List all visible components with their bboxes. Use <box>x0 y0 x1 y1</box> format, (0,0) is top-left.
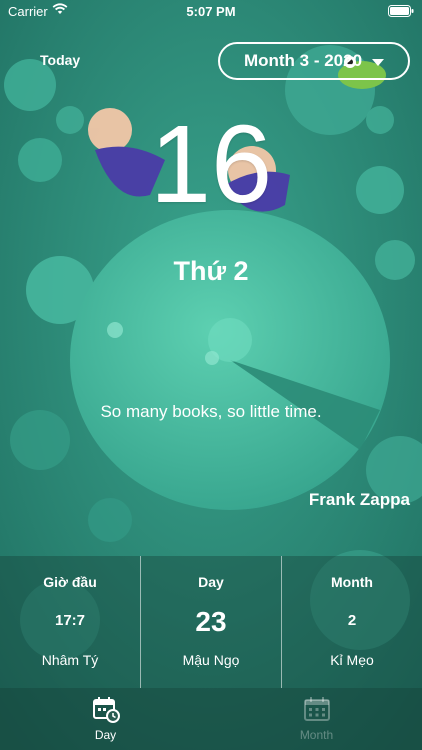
lunar-day-value: 23 <box>195 606 227 637</box>
day-lunar-name: Mậu Ngọ <box>182 652 240 668</box>
month-lunar-name: Kỉ Mẹo <box>330 652 374 668</box>
status-bar: Carrier 5:07 PM <box>0 0 422 24</box>
hour-value: 17:7 <box>54 612 86 629</box>
today-button[interactable]: Today <box>40 52 80 68</box>
calendar-grid-icon <box>303 697 330 721</box>
hour-column: Giờ đầu 17:7 Nhâm Tý <box>0 556 141 688</box>
tab-day[interactable]: Day <box>0 688 211 750</box>
calendar-clock-icon <box>92 697 120 723</box>
month-picker-label: Month 3 - 2020 <box>243 51 363 70</box>
status-time: 5:07 PM <box>186 4 236 19</box>
month-column: Month 2 Kỉ Mẹo <box>282 556 422 688</box>
month-picker-button[interactable]: Month 3 - 2020 <box>218 42 410 80</box>
weekday-label: Thứ 2 <box>173 256 249 286</box>
lunar-info-panel: Giờ đầu 17:7 Nhâm Tý Day 23 Mậu Ngọ Mont… <box>0 556 422 688</box>
tab-month-label: Month <box>299 728 334 742</box>
quote-text: So many books, so little time. <box>100 402 322 421</box>
hour-lunar-name: Nhâm Tý <box>41 652 99 668</box>
hour-title: Giờ đầu <box>43 574 97 590</box>
quote-author: Frank Zappa <box>308 490 410 509</box>
battery-icon <box>388 5 414 20</box>
day-column: Day 23 Mậu Ngọ <box>141 556 282 688</box>
day-number: 16 <box>149 103 273 226</box>
dropdown-caret-icon <box>372 58 385 66</box>
tab-day-label: Day <box>94 728 117 742</box>
month-title: Month <box>331 574 373 590</box>
lunar-month-value: 2 <box>347 612 357 629</box>
tab-month[interactable]: Month <box>211 688 422 750</box>
day-title: Day <box>198 574 224 590</box>
day-calendar-screen: Carrier 5:07 PM Today Month 3 - 2020 16 … <box>0 0 422 750</box>
tab-bar: Day Month <box>0 688 422 750</box>
